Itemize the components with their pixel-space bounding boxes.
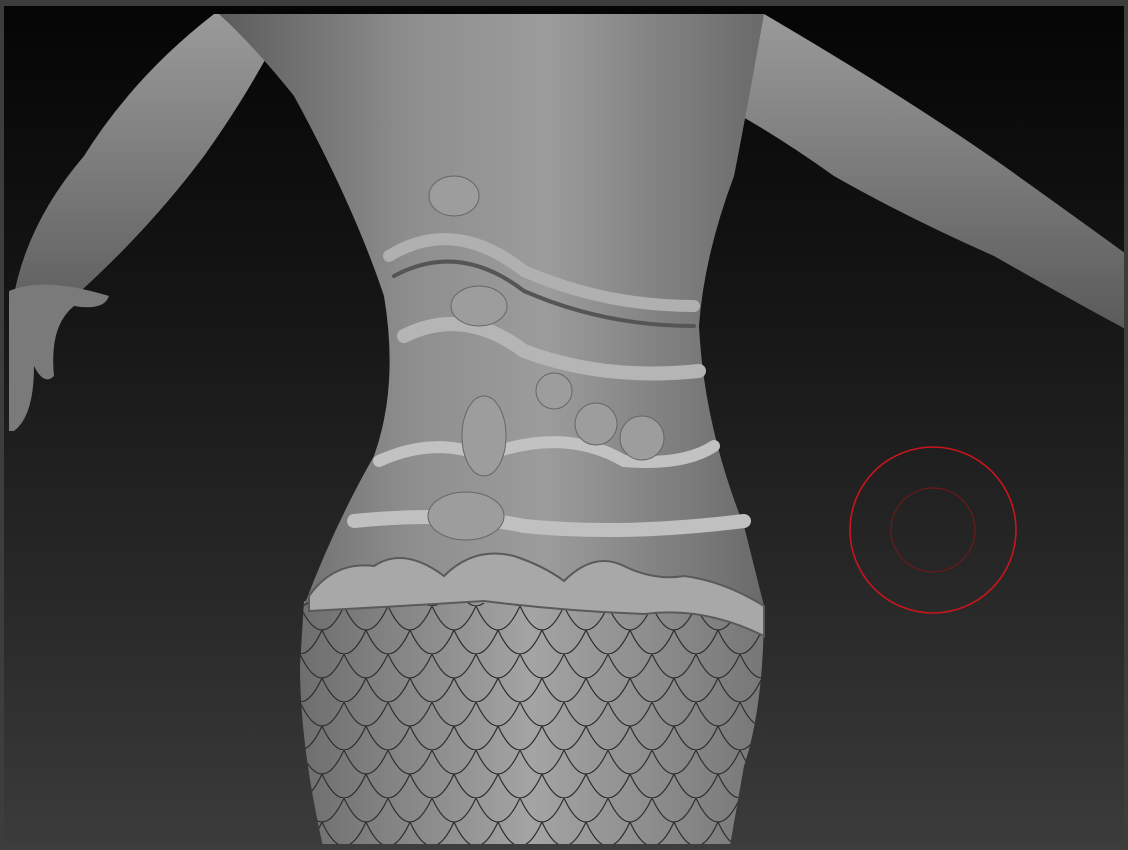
3d-viewport[interactable] — [0, 0, 1128, 850]
sculpt-model — [9, 14, 1124, 844]
left-hand — [9, 284, 109, 431]
tail-scales — [300, 601, 764, 844]
brush-cursor-icon — [849, 446, 1017, 614]
